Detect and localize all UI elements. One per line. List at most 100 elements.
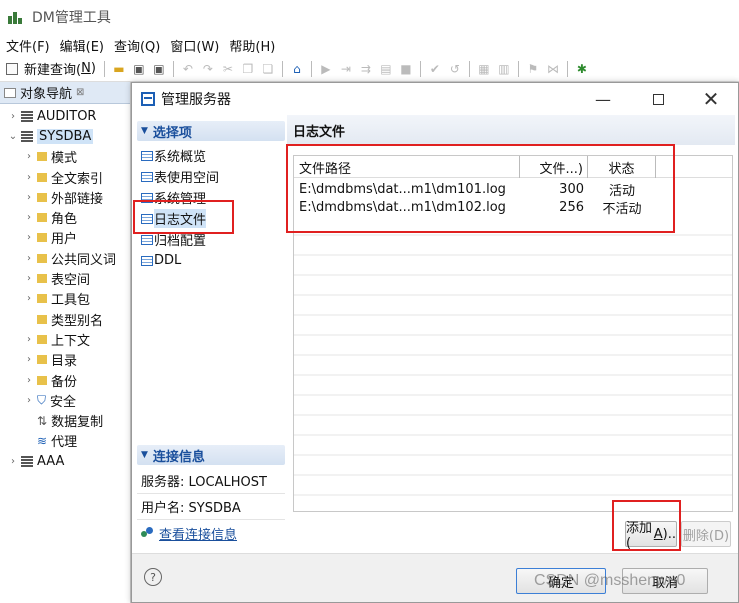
menu-window[interactable]: 窗口(W): [170, 36, 219, 55]
menu-query[interactable]: 查询(Q): [114, 36, 160, 55]
delete-button[interactable]: 删除(D): [681, 521, 731, 547]
cancel-button[interactable]: 取消: [622, 568, 708, 594]
chevron-right-icon[interactable]: ›: [8, 111, 18, 122]
save-all-icon[interactable]: ▣: [151, 59, 167, 79]
save-icon[interactable]: ▣: [131, 59, 147, 79]
new-query-icon[interactable]: [6, 62, 18, 75]
cell-status: 不活动: [602, 201, 642, 217]
tree-item[interactable]: › AUDITOR: [0, 106, 130, 126]
tree-item[interactable]: › 角色: [0, 207, 130, 227]
minimize-icon[interactable]: —: [580, 83, 626, 115]
script-icon[interactable]: ▤: [378, 59, 394, 79]
menu-file[interactable]: 文件(F): [6, 36, 50, 55]
help-icon[interactable]: ?: [144, 568, 162, 586]
conn-section-title: 连接信息: [152, 449, 205, 465]
home-icon[interactable]: ⌂: [289, 59, 305, 79]
tree-item[interactable]: › 模式: [0, 147, 130, 167]
conn-section-header[interactable]: ▼ 连接信息: [137, 445, 285, 465]
commit-icon[interactable]: ✔: [427, 59, 443, 79]
redo-icon[interactable]: ↷: [200, 59, 216, 79]
select-section-header[interactable]: ▼ 选择项: [137, 121, 285, 141]
select-section-title: 选择项: [152, 125, 192, 141]
col-file-path[interactable]: 文件路径: [294, 156, 520, 178]
rollback-icon[interactable]: ↺: [447, 59, 463, 79]
option-item[interactable]: 归档配置: [137, 229, 285, 250]
tree-item[interactable]: 类型别名: [0, 309, 130, 329]
close-icon[interactable]: ✕: [688, 83, 734, 115]
paste-icon[interactable]: ❏: [260, 59, 276, 79]
cut-icon[interactable]: ✂: [220, 59, 236, 79]
menu-edit[interactable]: 编辑(E): [60, 36, 104, 55]
chevron-right-icon[interactable]: ›: [24, 293, 34, 304]
tree-item[interactable]: › 全文索引: [0, 167, 130, 187]
tree-item[interactable]: › 工具包: [0, 289, 130, 309]
tree-item-label: AAA: [37, 453, 65, 469]
col-file-size[interactable]: 文件...): [520, 156, 588, 178]
chevron-down-icon[interactable]: ⌄: [8, 131, 18, 142]
chevron-right-icon[interactable]: ›: [24, 192, 34, 203]
folder-icon: [37, 172, 47, 182]
ok-button[interactable]: 确定: [516, 568, 606, 594]
option-item[interactable]: 表使用空间: [137, 166, 285, 187]
debug-icon[interactable]: ✱: [574, 59, 590, 79]
toolbar-separator: [172, 60, 174, 77]
chevron-right-icon[interactable]: ›: [24, 375, 34, 386]
tree-item[interactable]: › ⛉ 安全: [0, 390, 130, 410]
tree-item[interactable]: ⇅ 数据复制: [0, 410, 130, 431]
option-item[interactable]: DDL: [137, 250, 285, 271]
tree-item[interactable]: ⌄ SYSDBA: [0, 126, 130, 146]
table-row[interactable]: E:\dmdbms\dat...m1\dm102.log 256 不活动: [294, 198, 732, 217]
chevron-right-icon[interactable]: ›: [24, 253, 34, 264]
close-icon[interactable]: ⊠: [76, 87, 84, 98]
trace-icon[interactable]: ⚑: [525, 59, 541, 79]
tree-item-label: 工具包: [51, 293, 91, 309]
execute-icon[interactable]: ▶: [318, 59, 334, 79]
navigator-tab[interactable]: 对象导航 ⊠: [0, 82, 130, 104]
tree-item[interactable]: › 外部链接: [0, 187, 130, 207]
tree-item[interactable]: › 上下文: [0, 329, 130, 349]
chevron-right-icon[interactable]: ›: [24, 334, 34, 345]
menu-help[interactable]: 帮助(H): [229, 36, 275, 55]
view-connection-link[interactable]: 查看连接信息: [137, 520, 285, 546]
format-icon[interactable]: ▦: [476, 59, 492, 79]
option-item[interactable]: 系统概览: [137, 145, 285, 166]
stop-icon[interactable]: ■: [398, 59, 414, 79]
chevron-right-icon[interactable]: ›: [24, 172, 34, 183]
list-icon: [141, 171, 153, 182]
chevron-right-icon[interactable]: ›: [24, 273, 34, 284]
execute-step-icon[interactable]: ⇥: [338, 59, 354, 79]
option-item[interactable]: 日志文件: [137, 208, 285, 229]
chevron-right-icon[interactable]: ›: [24, 232, 34, 243]
tree-item[interactable]: › 公共同义词: [0, 248, 130, 268]
add-button[interactable]: 添加(A)..: [625, 521, 677, 551]
chevron-right-icon[interactable]: ›: [8, 456, 18, 467]
option-item[interactable]: 系统管理: [137, 187, 285, 208]
chevron-right-icon[interactable]: ›: [24, 395, 34, 406]
tree-item[interactable]: › AAA: [0, 451, 130, 471]
copy-icon[interactable]: ❐: [240, 59, 256, 79]
chevron-right-icon[interactable]: ›: [24, 354, 34, 365]
new-query-key: N: [81, 61, 91, 76]
open-folder-icon[interactable]: ▬: [111, 59, 127, 79]
option-label: 系统概览: [154, 150, 207, 165]
navigator-tree: › AUDITOR ⌄ SYSDBA › 模式 › 全文索引 › 外部链接 › 角色 › 用户 › 公共同义词…: [0, 104, 130, 471]
maximize-icon[interactable]: [635, 83, 681, 115]
chevron-right-icon[interactable]: ›: [24, 151, 34, 162]
compare-icon[interactable]: ⋈: [545, 59, 561, 79]
table-row[interactable]: E:\dmdbms\dat...m1\dm101.log 300 活动: [294, 180, 732, 199]
tree-item[interactable]: › 表空间: [0, 268, 130, 288]
connection-icon: [141, 527, 155, 539]
tree-item[interactable]: › 目录: [0, 350, 130, 370]
execute-plan-icon[interactable]: ⇉: [358, 59, 374, 79]
undo-icon[interactable]: ↶: [180, 59, 196, 79]
new-query-button[interactable]: 新建查询(N): [22, 59, 98, 79]
tree-item[interactable]: ≋ 代理: [0, 431, 130, 451]
chevron-right-icon[interactable]: ›: [24, 212, 34, 223]
tree-item[interactable]: › 用户: [0, 228, 130, 248]
col-status[interactable]: 状态: [588, 156, 656, 178]
tree-item[interactable]: › 备份: [0, 370, 130, 390]
app-title-bar: DM管理工具: [0, 0, 739, 34]
database-icon: [21, 130, 33, 142]
app-title: DM管理工具: [32, 10, 111, 26]
explain-icon[interactable]: ▥: [496, 59, 512, 79]
